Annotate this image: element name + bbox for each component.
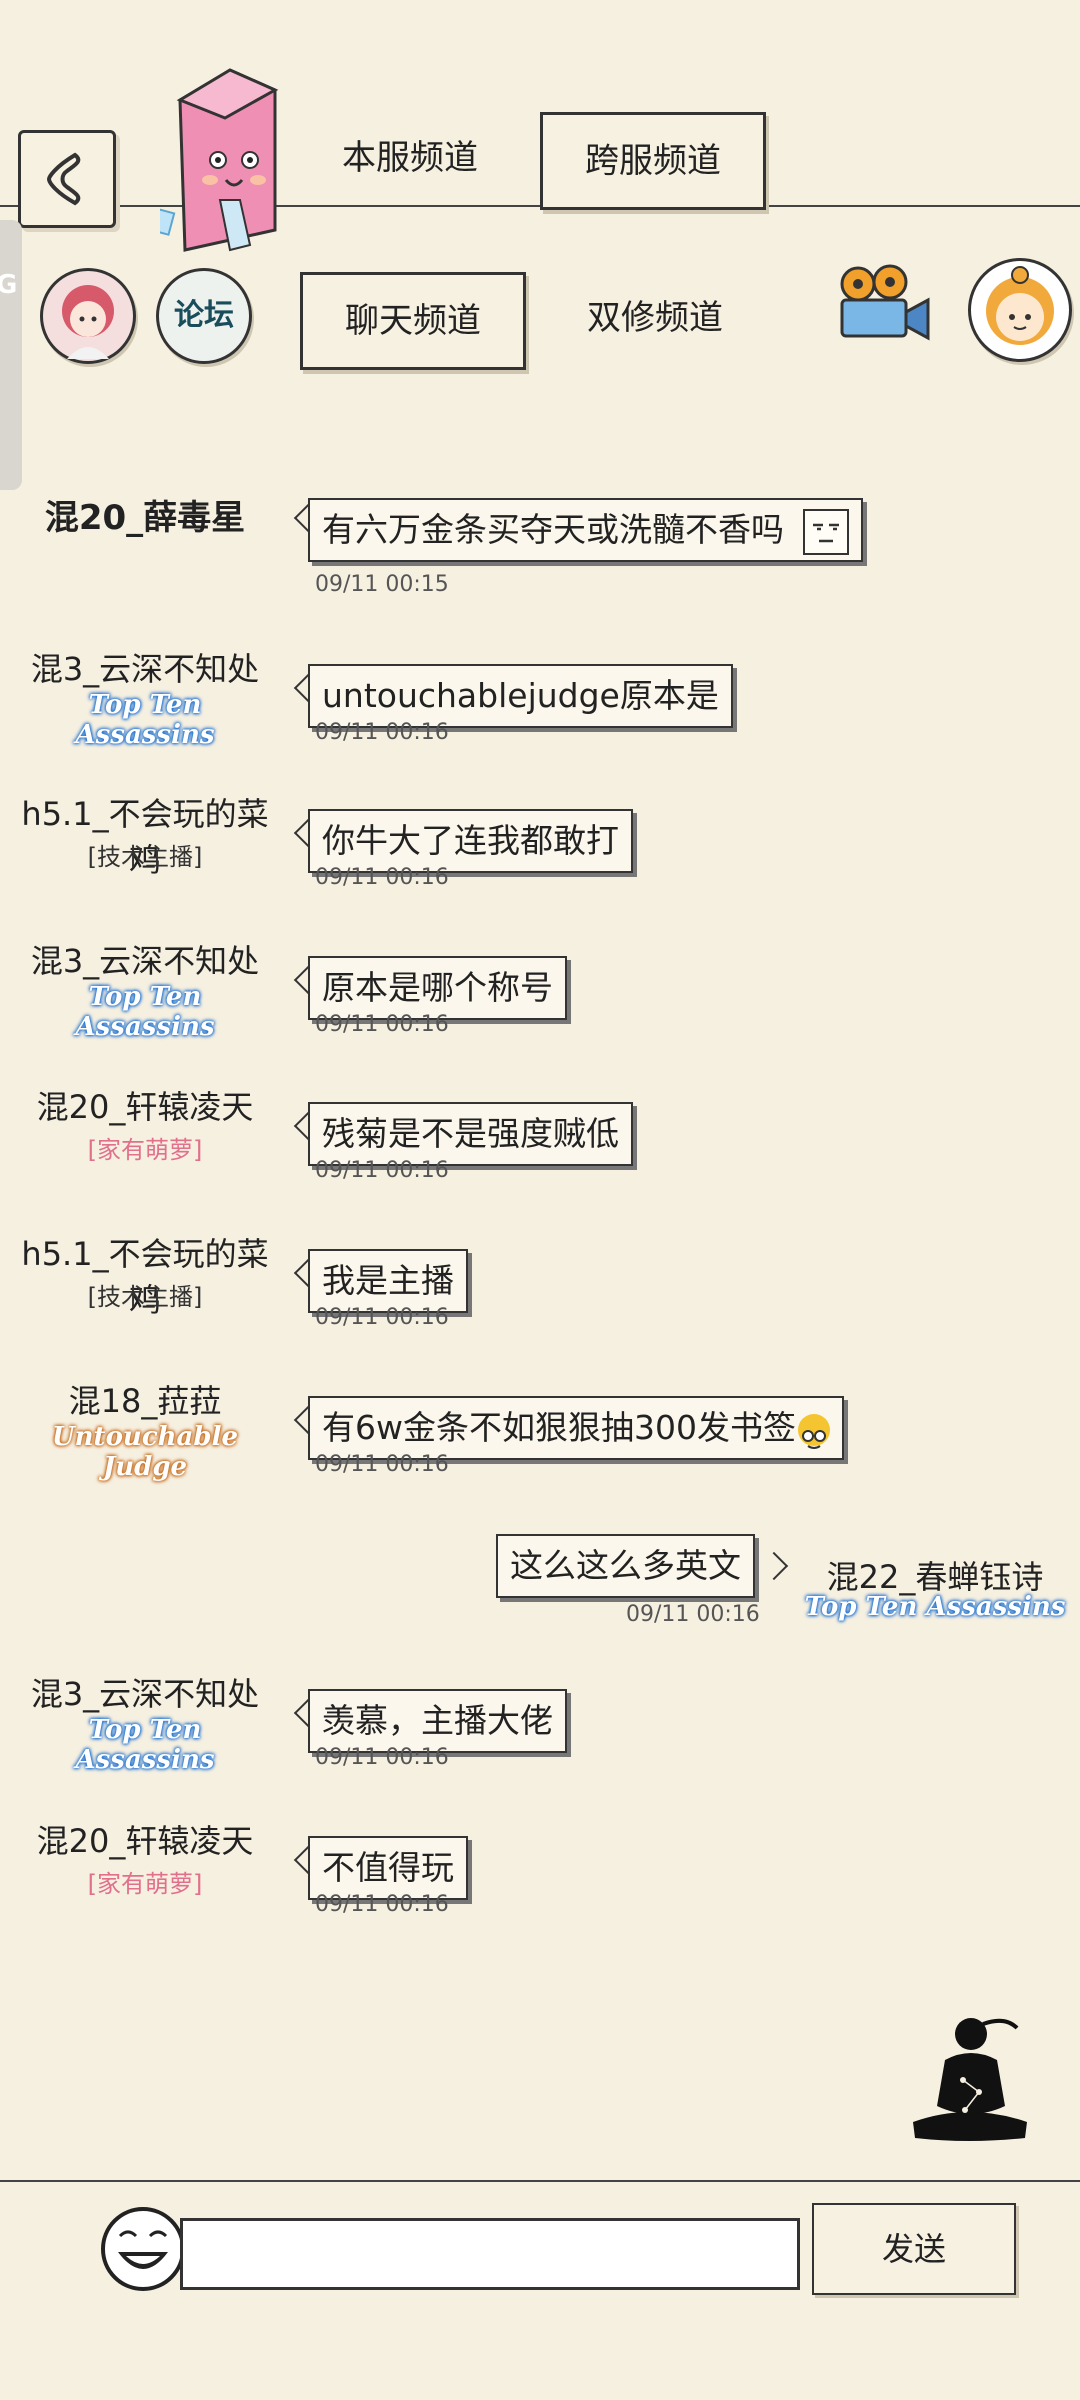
tab-cross-server-channel[interactable]: 跨服频道 — [540, 112, 766, 210]
profile-avatar[interactable] — [968, 258, 1072, 362]
title-badge: Top Ten Assassins — [75, 982, 215, 1042]
message-timestamp: 09/11 00:16 — [315, 1158, 449, 1183]
message-bubble[interactable]: 这么这么多英文 — [496, 1534, 755, 1598]
message-timestamp: 09/11 00:16 — [315, 865, 449, 890]
message-bubble[interactable]: 我是主播 — [308, 1249, 468, 1313]
title-badge: Untouchable Judge — [51, 1422, 238, 1482]
message-timestamp: 09/11 00:16 — [626, 1602, 760, 1627]
emoji-picker-icon[interactable] — [100, 2206, 186, 2292]
tab-local-channel[interactable]: 本服频道 — [330, 112, 490, 204]
tab-dual-cultivation-channel[interactable]: 双修频道 — [575, 272, 735, 364]
message-text: 这么这么多英文 — [510, 1546, 741, 1585]
smug-face-emoji-icon — [802, 508, 849, 555]
message-bubble[interactable]: 有六万金条买夺天或洗髓不香吗 — [308, 498, 863, 562]
message-bubble[interactable]: 你牛大了连我都敢打 — [308, 809, 633, 873]
message-text: 有6w金条不如狠狠抽300发书签 — [322, 1408, 796, 1447]
message-bubble[interactable]: 不值得玩 — [308, 1836, 468, 1900]
back-arrow-icon — [46, 152, 81, 206]
message-text: 羡慕，主播大佬 — [322, 1701, 553, 1740]
title-badge: [家有萌萝] — [87, 1870, 203, 1898]
message-text: 我是主播 — [322, 1261, 454, 1300]
back-button[interactable] — [18, 130, 116, 228]
message-timestamp: 09/11 00:16 — [315, 720, 449, 745]
milk-carton-mascot-icon — [160, 68, 279, 252]
avatar[interactable] — [40, 268, 136, 364]
message-text: 原本是哪个称号 — [322, 968, 553, 1007]
anime-girl-avatar-icon — [62, 285, 114, 359]
bubble-tail — [759, 1551, 789, 1581]
message-bubble[interactable]: 有6w金条不如狠狠抽300发书签 — [308, 1396, 844, 1460]
message-bubble[interactable]: 残菊是不是强度贼低 — [308, 1102, 633, 1166]
title-badge: Top Ten Assassins — [75, 690, 215, 750]
girl-avatar-icon — [986, 266, 1054, 345]
side-handle[interactable]: G — [0, 220, 22, 490]
message-text: 有六万金条买夺天或洗髓不香吗 — [322, 510, 784, 549]
message-timestamp: 09/11 00:15 — [315, 572, 449, 597]
message-timestamp: 09/11 00:16 — [315, 1012, 449, 1037]
composer-divider — [0, 2180, 1080, 2182]
side-tag: G — [0, 270, 18, 300]
nerd-face-emoji-icon — [797, 1413, 830, 1449]
message-timestamp: 09/11 00:16 — [315, 1452, 449, 1477]
sender-name[interactable]: 混20_薛毒星 — [20, 490, 270, 539]
message-timestamp: 09/11 00:16 — [315, 1892, 449, 1917]
title-badge: [技术主播] — [87, 1283, 203, 1311]
message-text: 残菊是不是强度贼低 — [322, 1114, 619, 1153]
title-badge: Top Ten Assassins — [804, 1592, 1066, 1622]
message-timestamp: 09/11 00:16 — [315, 1745, 449, 1770]
sender-name[interactable]: 混18_菈菈 — [20, 1376, 270, 1422]
tab-chat-channel[interactable]: 聊天频道 — [300, 272, 526, 370]
title-badge: [技术主播] — [87, 843, 203, 871]
send-button[interactable]: 发送 — [812, 2203, 1016, 2295]
message-text: 你牛大了连我都敢打 — [322, 821, 619, 860]
message-text: untouchablejudge原本是 — [322, 676, 719, 715]
forum-button[interactable]: 论坛 — [156, 268, 252, 364]
sender-name[interactable]: 混3_云深不知处 — [20, 1669, 270, 1715]
message-bubble[interactable]: untouchablejudge原本是 — [308, 664, 733, 728]
sender-name[interactable]: 混3_云深不知处 — [20, 644, 270, 690]
message-timestamp: 09/11 00:16 — [315, 1305, 449, 1330]
title-badge: [家有萌萝] — [87, 1136, 203, 1164]
title-badge: Top Ten Assassins — [75, 1715, 215, 1775]
sender-name[interactable]: 混3_云深不知处 — [20, 936, 270, 982]
message-input[interactable] — [180, 2218, 800, 2290]
sender-name[interactable]: 混20_轩辕凌天 — [20, 1816, 270, 1862]
meditation-figure-icon[interactable] — [905, 2010, 1035, 2145]
message-text: 不值得玩 — [322, 1848, 454, 1887]
message-bubble[interactable]: 原本是哪个称号 — [308, 956, 567, 1020]
message-bubble[interactable]: 羡慕，主播大佬 — [308, 1689, 567, 1753]
sender-name[interactable]: 混20_轩辕凌天 — [20, 1082, 270, 1128]
video-camera-icon[interactable] — [828, 262, 934, 348]
